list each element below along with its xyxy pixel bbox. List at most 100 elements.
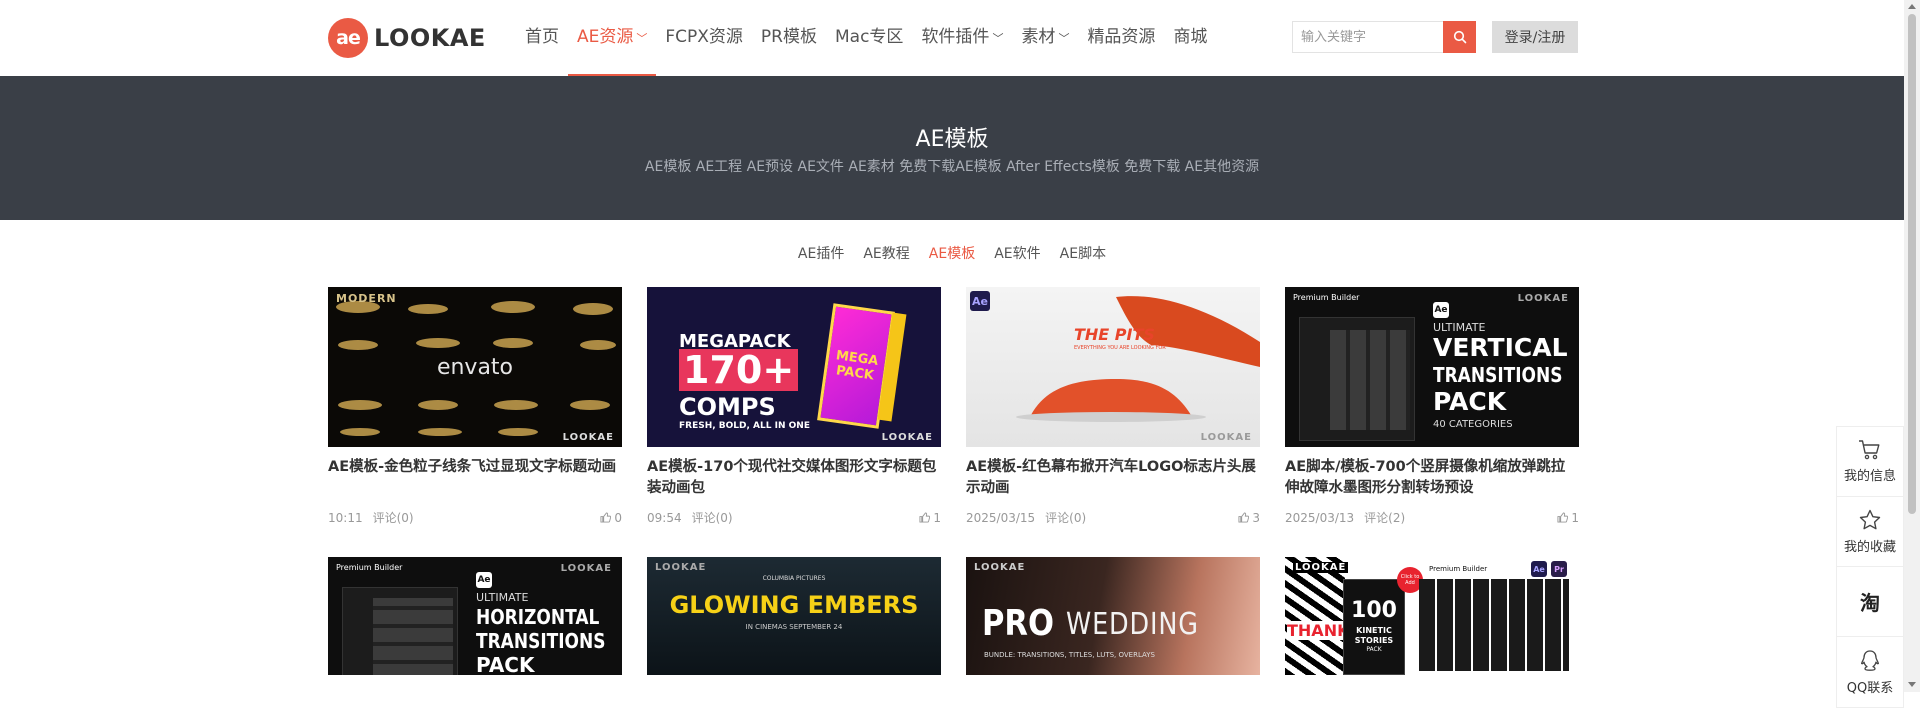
thumb-line: ULTIMATE (476, 591, 529, 604)
post-title[interactable]: AE模板-金色粒子线条飞过显现文字标题动画 (328, 457, 622, 499)
post-thumbnail[interactable]: LOOKAE THANKS 100 KINETIC STORIES PACK C… (1285, 557, 1579, 675)
post-card[interactable]: MODERN envato LOOKAE AE模板-金色粒子线条飞过显现文字标题… (328, 287, 622, 526)
post-title[interactable]: AE模板-红色幕布掀开汽车LOGO标志片头展示动画 (966, 457, 1260, 499)
post-thumbnail[interactable]: MEGAPACK 170+ COMPS FRESH, BOLD, ALL IN … (647, 287, 941, 447)
qq-contact-button[interactable]: QQ联系 (1837, 637, 1903, 707)
thumb-mosaic (1419, 579, 1569, 671)
post-comments[interactable]: 评论(0) (692, 511, 733, 525)
post-thumbnail[interactable]: Premium Builder LOOKAE Ae ULTIMATE VERTI… (1285, 287, 1579, 447)
thumb-tagline: EVERYTHING YOU ARE LOOKING FOR (1074, 345, 1166, 351)
post-title[interactable]: AE模板-170个现代社交媒体图形文字标题包装动画包 (647, 457, 941, 499)
nav-item-mac[interactable]: Mac专区 (826, 0, 912, 76)
thumb-grid (1330, 330, 1410, 430)
search-button[interactable] (1443, 21, 1476, 53)
post-card[interactable]: LOOKAE THANKS 100 KINETIC STORIES PACK C… (1285, 557, 1579, 675)
nav-item-software-plugins[interactable]: 软件插件 ﹀ (912, 0, 1012, 76)
thumb-line: 170+ (679, 349, 799, 391)
pr-badge: Pr (1551, 561, 1567, 577)
post-comments[interactable]: 评论(0) (373, 511, 414, 525)
like-button[interactable]: 0 (600, 509, 622, 526)
taobao-icon: 淘 (1860, 591, 1880, 615)
thumb-line: KINETIC (1356, 626, 1392, 635)
tab-ae-software[interactable]: AE软件 (994, 243, 1040, 263)
category-banner: AE模板 AE模板 AE工程 AE预设 AE文件 AE素材 免费下载AE模板 A… (0, 76, 1904, 220)
search-input[interactable] (1292, 21, 1443, 53)
post-thumbnail[interactable]: LOOKAE PRO WEDDING BUNDLE: TRANSITIONS, … (966, 557, 1260, 675)
kinetic-box: 100 KINETIC STORIES PACK (1343, 579, 1405, 675)
site-header: ae LOOKAE 首页 AE资源 ﹀ FCPX资源 PR模板 Mac专区 软件插… (0, 0, 1904, 76)
post-comments[interactable]: 评论(2) (1364, 511, 1405, 525)
float-label: 我的信息 (1843, 469, 1896, 484)
nav-label: 商城 (1173, 27, 1208, 47)
tab-ae-tutorials[interactable]: AE教程 (863, 243, 909, 263)
thumb-brand: Premium Builder (1429, 565, 1488, 573)
post-card[interactable]: Ae THE PITS EVERYTHING YOU ARE LOOKING F… (966, 287, 1260, 526)
thumb-line: PACK (1433, 387, 1507, 416)
login-register-button[interactable]: 登录/注册 (1492, 21, 1578, 53)
watermark: LOOKAE (1293, 562, 1349, 573)
post-thumbnail[interactable]: Premium Builder LOOKAE Ae ULTIMATE HORIZ… (328, 557, 622, 675)
chevron-down-icon: ﹀ (636, 32, 648, 45)
thumb-line: PACK (476, 653, 535, 675)
like-button[interactable]: 1 (1557, 509, 1579, 526)
like-button[interactable]: 3 (1238, 509, 1260, 526)
thumb-line: HORIZONTAL (476, 605, 600, 629)
subcategory-tabs: AE插件 AE教程 AE模板 AE软件 AE脚本 (0, 243, 1904, 263)
post-card[interactable]: Premium Builder LOOKAE Ae ULTIMATE HORIZ… (328, 557, 622, 675)
chevron-down-icon: ﹀ (1058, 32, 1070, 45)
thumb-line: STORIES (1354, 636, 1394, 645)
my-favorites-button[interactable]: 我的收藏 (1837, 497, 1903, 567)
scrollbar-thumb[interactable] (1908, 14, 1916, 514)
nav-item-home[interactable]: 首页 (516, 0, 568, 76)
my-info-button[interactable]: 我的信息 (1837, 427, 1903, 497)
thumbs-up-icon (600, 512, 612, 523)
post-card[interactable]: Premium Builder LOOKAE Ae ULTIMATE VERTI… (1285, 287, 1579, 526)
post-thumbnail[interactable]: Ae THE PITS EVERYTHING YOU ARE LOOKING F… (966, 287, 1260, 447)
thumb-headline: GLOWING EMBERS (669, 591, 919, 619)
nav-item-materials[interactable]: 素材 ﹀ (1012, 0, 1078, 76)
search-icon (1453, 30, 1466, 44)
post-meta: 2025/03/15 评论(0) 3 (966, 509, 1260, 526)
thumbs-up-icon (1557, 512, 1569, 523)
post-thumbnail[interactable]: MODERN envato LOOKAE (328, 287, 622, 447)
thumb-screenshot-panel (1299, 317, 1415, 441)
site-logo[interactable]: ae LOOKAE (328, 18, 486, 58)
post-meta: 09:54 评论(0) 1 (647, 509, 941, 526)
tab-ae-plugins[interactable]: AE插件 (798, 243, 844, 263)
thumb-big-number: 100 (1351, 598, 1397, 623)
thumb-line: PACK (1366, 646, 1382, 653)
taobao-button[interactable]: 淘 (1837, 567, 1903, 637)
chevron-down-icon: ﹀ (992, 32, 1004, 45)
like-button[interactable]: 1 (919, 509, 941, 526)
page-scrollbar[interactable] (1904, 0, 1920, 692)
watermark: LOOKAE (881, 432, 933, 443)
ae-badge: Ae (1433, 302, 1449, 318)
post-card[interactable]: MEGAPACK 170+ COMPS FRESH, BOLD, ALL IN … (647, 287, 941, 526)
star-icon (1859, 509, 1881, 530)
scroll-up-arrow[interactable] (1908, 4, 1916, 9)
tab-ae-templates[interactable]: AE模板 (929, 243, 975, 263)
nav-item-fcpx[interactable]: FCPX资源 (656, 0, 752, 76)
thumbs-up-icon (919, 512, 931, 523)
thumb-logo: THE PITS (1074, 325, 1155, 344)
thumb-line: TRANSITIONS (1433, 363, 1563, 387)
nav-item-shop[interactable]: 商城 (1164, 0, 1216, 76)
floating-toolbar: 我的信息 我的收藏 淘 QQ联系 (1836, 426, 1904, 708)
page-title: AE模板 (915, 127, 989, 152)
post-title[interactable]: AE脚本/模板-700个竖屏摄像机缩放弹跳拉伸故障水墨图形分割转场预设 (1285, 457, 1579, 499)
nav-item-ae-resources[interactable]: AE资源 ﹀ (568, 0, 657, 76)
post-thumbnail[interactable]: LOOKAE COLUMBIA PICTURES GLOWING EMBERS … (647, 557, 941, 675)
qq-icon (1860, 649, 1880, 671)
thumb-studio: COLUMBIA PICTURES (762, 575, 826, 582)
nav-item-premium[interactable]: 精品资源 (1078, 0, 1164, 76)
post-comments[interactable]: 评论(0) (1045, 511, 1086, 525)
watermark: LOOKAE (655, 562, 707, 573)
scroll-down-arrow[interactable] (1908, 682, 1916, 687)
post-card[interactable]: LOOKAE PRO WEDDING BUNDLE: TRANSITIONS, … (966, 557, 1260, 675)
main-nav: 首页 AE资源 ﹀ FCPX资源 PR模板 Mac专区 软件插件 ﹀ 素材 ﹀ 精品资… (516, 0, 1216, 76)
watermark: LOOKAE (560, 563, 612, 574)
tab-ae-scripts[interactable]: AE脚本 (1060, 243, 1106, 263)
post-card[interactable]: LOOKAE COLUMBIA PICTURES GLOWING EMBERS … (647, 557, 941, 675)
nav-item-pr-templates[interactable]: PR模板 (752, 0, 826, 76)
like-count: 1 (933, 510, 941, 525)
